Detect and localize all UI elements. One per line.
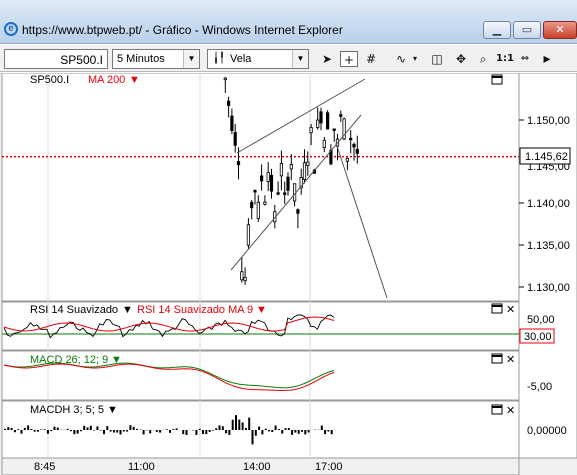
- more-icon[interactable]: ▸: [538, 51, 556, 67]
- macdh-label: MACDH 3; 5; 5: [30, 404, 104, 416]
- last-price-label: 1.145,62: [525, 151, 568, 163]
- candle-body: [253, 190, 257, 193]
- chart-toolbar: SP500.I 5 Minutos ▼ ╽╿ Vela ▼ ➤ + # ∿ ▾ …: [0, 45, 577, 72]
- drawing-tools-icon[interactable]: ◫: [428, 51, 446, 67]
- y-tick-label: 1.150,00: [527, 115, 570, 127]
- price-symbol-label: SP500.I: [30, 74, 69, 86]
- y-tick-label: 1.135,00: [527, 240, 570, 252]
- y-tick-label: -5,00: [527, 381, 552, 393]
- candle-body: [259, 175, 264, 182]
- candle-body: [322, 139, 326, 149]
- candle-body: [296, 209, 300, 214]
- close-button[interactable]: ✕: [543, 21, 577, 39]
- window-titlebar: e https://www.btpweb.pt/ - Gráfico - Win…: [0, 0, 577, 44]
- rsi-label: RSI 14 Suavizado: [30, 304, 118, 316]
- candle-body: [263, 201, 267, 205]
- candle-body: [352, 143, 356, 148]
- title-separator-2: -: [191, 23, 203, 37]
- crosshair-icon[interactable]: +: [340, 51, 358, 67]
- price-panel[interactable]: [1, 73, 520, 302]
- chevron-down-icon[interactable]: ▼: [183, 50, 199, 68]
- candle-body: [319, 111, 323, 124]
- rsi-level-label: 30,00: [524, 331, 552, 343]
- expand-icon[interactable]: ⇔: [516, 51, 534, 67]
- candle-body: [286, 176, 290, 191]
- minimize-button[interactable]: ▁: [483, 21, 511, 39]
- maximize-button[interactable]: ▭: [513, 21, 541, 39]
- cursor-icon[interactable]: ➤: [318, 51, 336, 67]
- y-axis-column: [518, 73, 577, 459]
- chevron-down-icon[interactable]: ▾: [406, 51, 424, 67]
- candle-body: [283, 192, 287, 195]
- candle-body: [226, 100, 231, 106]
- ie-icon: e: [4, 22, 18, 36]
- candle-body: [316, 119, 320, 128]
- candle-body: [223, 77, 227, 81]
- close-panel-icon[interactable]: ✕: [506, 303, 515, 316]
- candle-body: [355, 148, 359, 154]
- y-tick-label: 50,00: [527, 314, 555, 326]
- candlestick-icon: ╽╿: [213, 53, 226, 64]
- symbol-value: SP500.I: [60, 53, 103, 67]
- title-separator: -: [142, 23, 153, 37]
- y-tick-label: 0,00000: [527, 425, 567, 437]
- candle-body: [325, 112, 330, 130]
- x-tick-label: 11:00: [128, 461, 155, 473]
- candle-body: [302, 162, 307, 180]
- interval-value: 5 Minutos: [117, 53, 165, 65]
- candle-body: [269, 174, 274, 192]
- title-app: Windows Internet Explorer: [202, 23, 343, 37]
- chevron-down-icon[interactable]: ▼: [292, 50, 308, 68]
- chevron-down-icon[interactable]: ▼: [111, 354, 122, 366]
- candle-body: [289, 164, 293, 170]
- candle-body: [266, 171, 270, 182]
- chart-canvas[interactable]: SP500.I MA 200 ▼ RSI 14 Suavizado ▼ RSI …: [0, 73, 577, 475]
- candle-body: [240, 271, 244, 281]
- close-panel-icon[interactable]: ✕: [506, 404, 515, 417]
- y-tick-label: 1.130,00: [527, 282, 570, 294]
- macd-label: MACD 26; 12; 9: [30, 354, 108, 366]
- price-panel-controls[interactable]: [491, 74, 503, 85]
- x-tick-label: 8:45: [34, 461, 55, 473]
- pan-icon[interactable]: ✥: [452, 51, 470, 67]
- candle-body: [349, 137, 353, 141]
- candle-body: [250, 201, 254, 209]
- ratio-icon[interactable]: 1:1: [496, 51, 514, 67]
- chart-type-value: Vela: [230, 53, 252, 65]
- ma-label: MA 200: [88, 74, 125, 86]
- chevron-down-icon[interactable]: ▼: [256, 304, 267, 316]
- zoom-icon[interactable]: ⌕: [474, 51, 492, 67]
- candle-body: [233, 131, 237, 146]
- candle-body: [292, 183, 297, 202]
- candle-body: [230, 115, 234, 132]
- symbol-input[interactable]: SP500.I: [4, 49, 108, 69]
- chevron-down-icon[interactable]: ▼: [129, 74, 140, 86]
- title-page: Gráfico: [152, 23, 192, 37]
- candle-body: [236, 161, 241, 166]
- window-title: https://www.btpweb.pt/ - Gráfico - Windo…: [22, 23, 343, 37]
- candle-body: [256, 201, 260, 219]
- title-url: https://www.btpweb.pt/: [22, 23, 143, 37]
- x-tick-label: 14:00: [243, 461, 271, 473]
- candle-body: [309, 127, 313, 134]
- candle-body: [276, 192, 280, 195]
- rsi-ma-label: RSI 14 Suavizado MA 9: [137, 304, 253, 316]
- candle-body: [332, 128, 336, 131]
- candle-body: [306, 161, 310, 166]
- x-tick-label: 17:00: [315, 461, 343, 473]
- grid-icon[interactable]: #: [362, 51, 380, 67]
- candle-body: [246, 224, 250, 246]
- candle-body: [339, 114, 343, 117]
- candle-body: [279, 163, 284, 177]
- candle-body: [345, 157, 350, 162]
- chart-type-select[interactable]: ╽╿ Vela ▼: [207, 49, 309, 69]
- chart-area[interactable]: SP500.I MA 200 ▼ RSI 14 Suavizado ▼ RSI …: [0, 73, 577, 475]
- y-tick-label: 1.140,00: [527, 198, 570, 210]
- close-panel-icon[interactable]: ✕: [506, 353, 515, 366]
- chevron-down-icon[interactable]: ▼: [122, 304, 133, 316]
- interval-select[interactable]: 5 Minutos ▼: [112, 49, 200, 69]
- candle-body: [243, 276, 247, 282]
- chevron-down-icon[interactable]: ▼: [107, 404, 118, 416]
